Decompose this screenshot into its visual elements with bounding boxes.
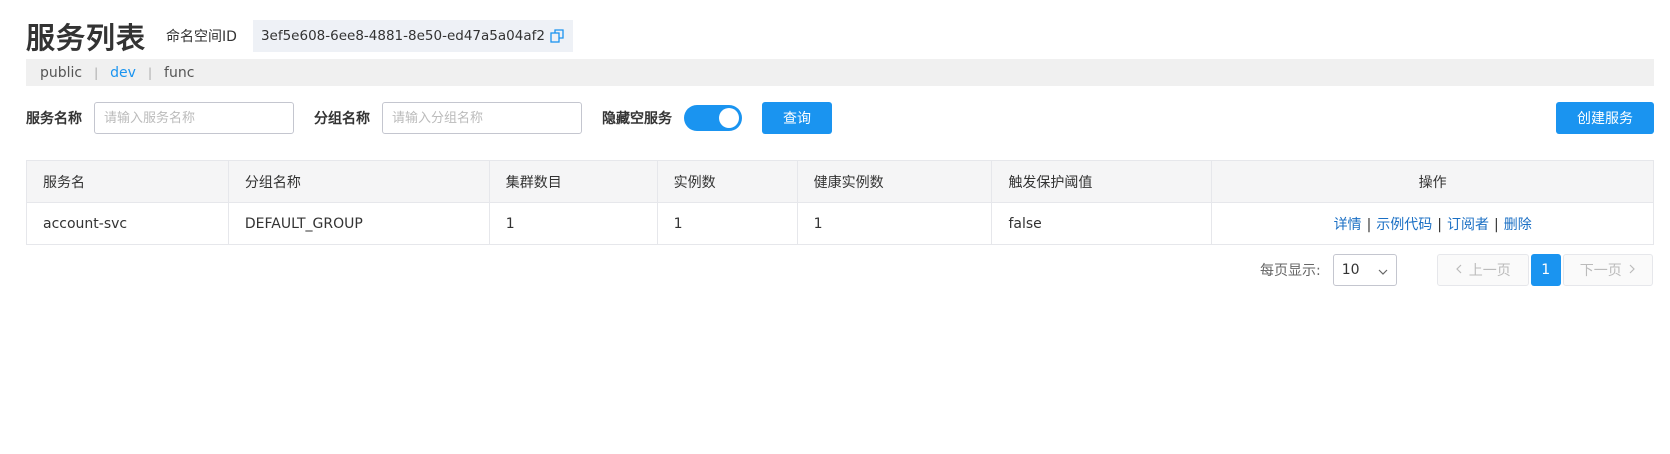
filter-bar: 服务名称 分组名称 隐藏空服务 查询 bbox=[26, 102, 832, 134]
chevron-right-icon bbox=[1628, 262, 1636, 278]
action-separator: | bbox=[1437, 216, 1442, 233]
namespace-tab-dev[interactable]: dev bbox=[110, 65, 136, 81]
hide-empty-label: 隐藏空服务 bbox=[602, 111, 672, 127]
cell-healthy-count: 1 bbox=[796, 202, 993, 245]
service-name-input[interactable] bbox=[94, 102, 294, 134]
namespace-id-box: 3ef5e608-6ee8-4881-8e50-ed47a5a04af2 bbox=[252, 20, 573, 52]
prev-page-button[interactable]: 上一页 bbox=[1436, 254, 1529, 286]
column-header: 服务名 bbox=[26, 160, 229, 203]
group-name-input[interactable] bbox=[382, 102, 582, 134]
cell-service-name: account-svc bbox=[26, 202, 229, 245]
namespace-id-value: 3ef5e608-6ee8-4881-8e50-ed47a5a04af2 bbox=[260, 28, 545, 44]
details-link[interactable]: 详情 bbox=[1334, 217, 1362, 233]
toggle-knob bbox=[719, 108, 739, 128]
cell-actions: 详情 | 示例代码 | 订阅者 | 删除 bbox=[1211, 202, 1654, 245]
table-header-row: 服务名 分组名称 集群数目 实例数 健康实例数 触发保护阈值 操作 bbox=[26, 160, 1654, 203]
cell-cluster-count: 1 bbox=[488, 202, 658, 245]
group-name-label: 分组名称 bbox=[314, 111, 370, 127]
service-name-label: 服务名称 bbox=[26, 111, 82, 127]
column-header: 触发保护阈值 bbox=[991, 160, 1213, 203]
create-service-button[interactable]: 创建服务 bbox=[1556, 102, 1654, 134]
action-separator: | bbox=[1494, 216, 1499, 233]
cell-group-name: DEFAULT_GROUP bbox=[227, 202, 490, 245]
service-table: 服务名 分组名称 集群数目 实例数 健康实例数 触发保护阈值 操作 accoun… bbox=[26, 160, 1654, 245]
next-page-button[interactable]: 下一页 bbox=[1562, 254, 1653, 286]
namespace-tab-public[interactable]: public bbox=[40, 65, 82, 81]
page-header: 服务列表 命名空间ID 3ef5e608-6ee8-4881-8e50-ed47… bbox=[26, 16, 573, 56]
pagination: 每页显示: 10 上一页 1 下一页 bbox=[1260, 254, 1653, 286]
column-header: 集群数目 bbox=[488, 160, 658, 203]
sample-code-link[interactable]: 示例代码 bbox=[1376, 217, 1432, 233]
cell-protect-threshold: false bbox=[991, 202, 1213, 245]
copy-icon[interactable] bbox=[549, 28, 565, 44]
namespace-separator: | bbox=[94, 65, 99, 80]
hide-empty-toggle[interactable] bbox=[684, 105, 742, 131]
column-header: 实例数 bbox=[656, 160, 798, 203]
page-1-button[interactable]: 1 bbox=[1530, 254, 1561, 286]
next-page-label: 下一页 bbox=[1579, 263, 1622, 279]
column-header: 操作 bbox=[1211, 160, 1654, 203]
column-header: 分组名称 bbox=[227, 160, 490, 203]
action-separator: | bbox=[1366, 216, 1372, 233]
namespace-separator: | bbox=[147, 65, 153, 80]
column-header: 健康实例数 bbox=[796, 160, 993, 203]
namespace-id-label: 命名空间ID bbox=[166, 29, 237, 45]
chevron-left-icon bbox=[1455, 262, 1463, 278]
prev-page-label: 上一页 bbox=[1468, 263, 1511, 279]
namespace-tabs: public | dev | func bbox=[26, 59, 1654, 86]
cell-instance-count: 1 bbox=[656, 202, 798, 245]
delete-link[interactable]: 删除 bbox=[1504, 217, 1532, 233]
page-title: 服务列表 bbox=[26, 21, 147, 55]
page-size-label: 每页显示: bbox=[1260, 263, 1321, 279]
query-button[interactable]: 查询 bbox=[762, 102, 832, 134]
page-size-value: 10 bbox=[1341, 262, 1360, 278]
namespace-tab-func[interactable]: func bbox=[164, 65, 194, 81]
subscribers-link[interactable]: 订阅者 bbox=[1447, 217, 1489, 233]
page-size-select[interactable]: 10 bbox=[1332, 254, 1397, 286]
table-row: account-svc DEFAULT_GROUP 1 1 1 false 详情… bbox=[26, 202, 1654, 245]
chevron-down-icon bbox=[1378, 265, 1388, 275]
